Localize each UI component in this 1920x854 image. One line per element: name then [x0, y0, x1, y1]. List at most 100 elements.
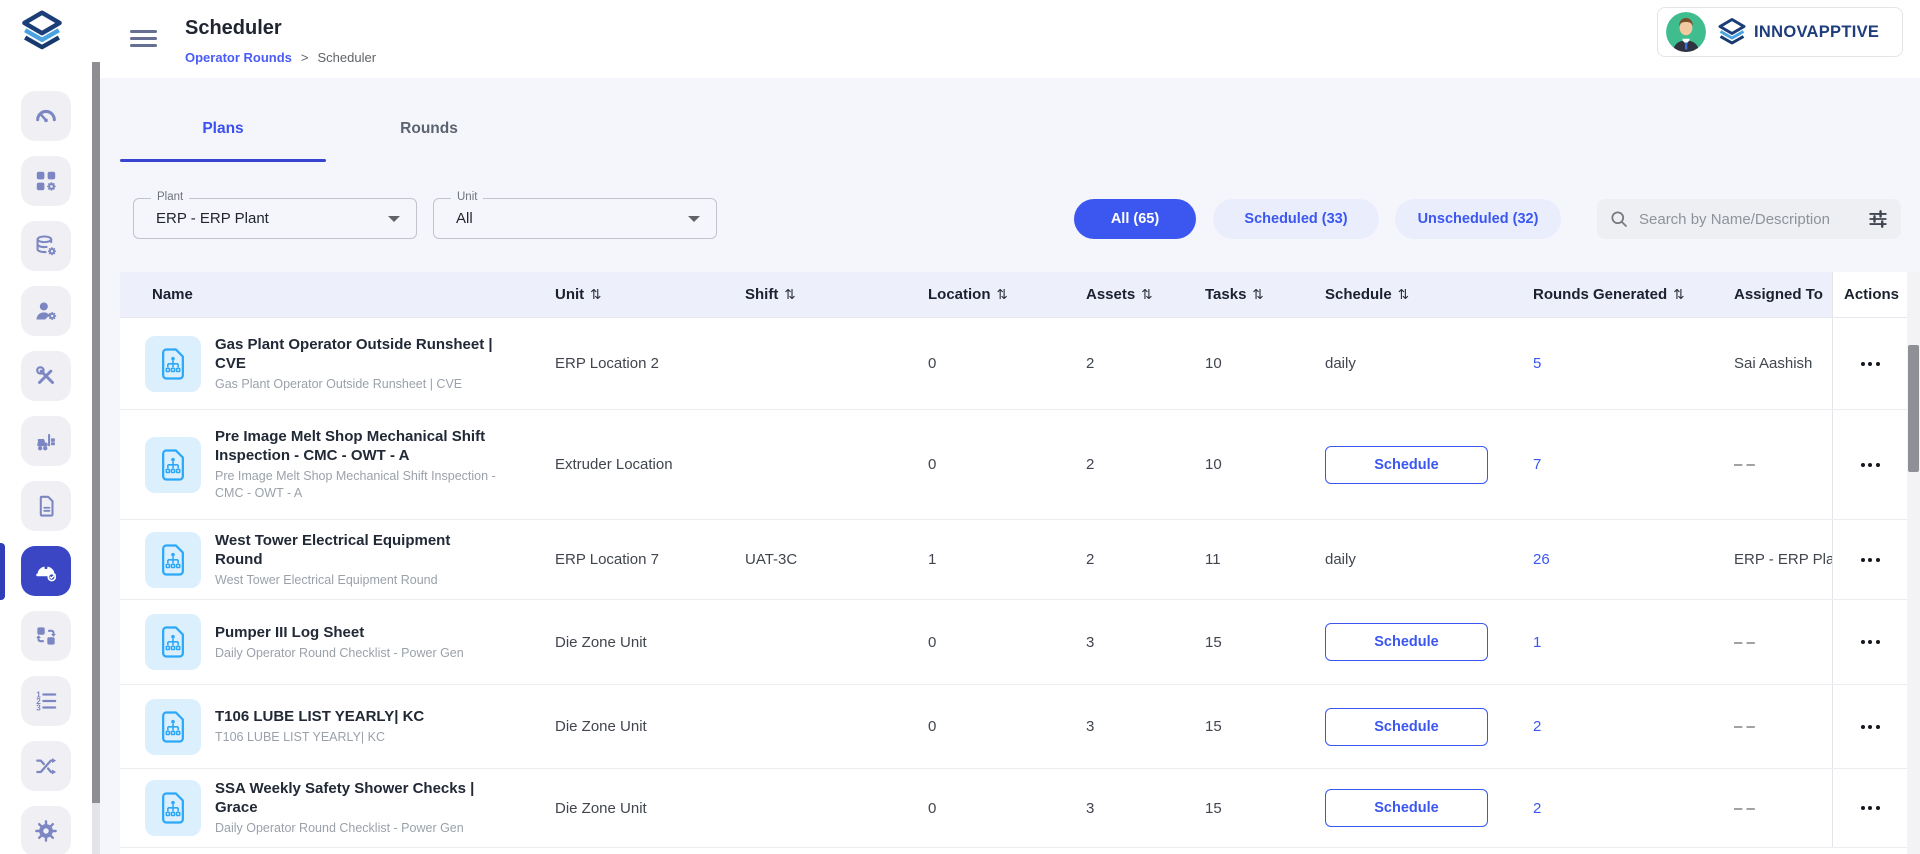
- rounds-generated-link[interactable]: 7: [1533, 456, 1541, 473]
- row-actions-menu-icon[interactable]: [1855, 356, 1886, 372]
- column-header-location[interactable]: Location⇅: [920, 272, 1080, 317]
- tune-filter-icon[interactable]: [1867, 208, 1889, 230]
- sort-icon[interactable]: ⇅: [1398, 287, 1409, 303]
- column-header-assets[interactable]: Assets⇅: [1080, 272, 1200, 317]
- tab-plans[interactable]: Plans: [120, 96, 326, 162]
- schedule-button[interactable]: Schedule: [1325, 789, 1488, 827]
- cell-location: 0: [920, 769, 1080, 847]
- tools-icon: [33, 363, 59, 389]
- app-logo-icon[interactable]: [20, 9, 64, 53]
- schedule-button[interactable]: Schedule: [1325, 446, 1488, 484]
- plant-select[interactable]: Plant ERP - ERP Plant: [133, 198, 417, 239]
- sidebar-item-dashboard[interactable]: [21, 91, 71, 141]
- numbered-list-icon: 123: [33, 688, 59, 714]
- sort-icon[interactable]: ⇅: [590, 287, 601, 303]
- plan-name: SSA Weekly Safety Shower Checks | Grace: [215, 779, 501, 817]
- sort-icon[interactable]: ⇅: [1252, 287, 1263, 303]
- schedule-button[interactable]: Schedule: [1325, 623, 1488, 661]
- unit-select[interactable]: Unit All: [433, 198, 717, 239]
- document-icon: [33, 493, 59, 519]
- table-header-row: Name Unit⇅ Shift⇅ Location⇅ Assets⇅ Task…: [120, 272, 1907, 318]
- plan-file-icon: [145, 699, 201, 755]
- cell-assets: 3: [1080, 600, 1200, 684]
- sidebar-item-documents[interactable]: [21, 481, 71, 531]
- cell-schedule: daily: [1320, 520, 1525, 599]
- row-actions-menu-icon[interactable]: [1855, 552, 1886, 568]
- sort-icon[interactable]: ⇅: [784, 287, 795, 303]
- cell-location: 0: [920, 318, 1080, 409]
- swap-boxes-icon: [33, 623, 59, 649]
- cell-assigned-to: – –: [1730, 410, 1832, 519]
- sidebar-item-master-data[interactable]: [21, 221, 71, 271]
- schedule-button[interactable]: Schedule: [1325, 708, 1488, 746]
- menu-icon[interactable]: [130, 30, 157, 47]
- cell-tasks: 10: [1200, 318, 1320, 409]
- search-input[interactable]: [1639, 211, 1858, 228]
- cell-unit: Die Zone Unit: [545, 600, 740, 684]
- cell-shift: [740, 769, 920, 847]
- plan-file-icon: [145, 437, 201, 493]
- cell-location: 1: [920, 520, 1080, 599]
- plan-description: Gas Plant Operator Outside Runsheet | CV…: [215, 376, 501, 393]
- column-header-rounds-generated[interactable]: Rounds Generated⇅: [1525, 272, 1730, 317]
- page-title: Scheduler: [185, 17, 282, 40]
- cell-unit: Die Zone Unit: [545, 685, 740, 768]
- rounds-generated-link[interactable]: 2: [1533, 718, 1541, 735]
- user-avatar[interactable]: [1666, 12, 1706, 52]
- cell-tasks: 10: [1200, 410, 1320, 519]
- sidebar-item-tools[interactable]: [21, 351, 71, 401]
- sidebar-item-forklift[interactable]: [21, 416, 71, 466]
- row-actions-menu-icon[interactable]: [1855, 634, 1886, 650]
- breadcrumb-separator: >: [301, 50, 309, 65]
- sidebar-item-operator-rounds[interactable]: [21, 546, 71, 596]
- sidebar-item-settings[interactable]: [21, 806, 71, 854]
- column-header-actions: Actions: [1832, 272, 1907, 317]
- sort-icon[interactable]: ⇅: [997, 287, 1008, 303]
- window-scrollbar-thumb[interactable]: [1908, 345, 1919, 472]
- sidebar-item-swap[interactable]: [21, 611, 71, 661]
- row-actions-menu-icon[interactable]: [1855, 719, 1886, 735]
- sidebar-item-numbered-list[interactable]: 123: [21, 676, 71, 726]
- rounds-generated-link[interactable]: 5: [1533, 355, 1541, 372]
- gauge-icon: [33, 103, 59, 129]
- plan-description: Daily Operator Round Checklist - Power G…: [215, 820, 501, 837]
- table-row: SSA Weekly Safety Shower Checks | Grace …: [120, 769, 1907, 848]
- sort-icon[interactable]: ⇅: [1141, 287, 1152, 303]
- avatar-illustration: [1666, 12, 1706, 52]
- plan-name: T106 LUBE LIST YEARLY| KC: [215, 707, 501, 726]
- plan-name: Pre Image Melt Shop Mechanical Shift Ins…: [215, 427, 501, 465]
- sidebar-scrollbar-thumb[interactable]: [92, 62, 100, 803]
- plan-description: Daily Operator Round Checklist - Power G…: [215, 645, 501, 662]
- row-actions-menu-icon[interactable]: [1855, 457, 1886, 473]
- sort-icon[interactable]: ⇅: [1673, 287, 1684, 303]
- shuffle-icon: [33, 753, 59, 779]
- row-actions-menu-icon[interactable]: [1855, 800, 1886, 816]
- cell-assets: 2: [1080, 318, 1200, 409]
- column-header-unit[interactable]: Unit⇅: [545, 272, 740, 317]
- profile-card[interactable]: INNOVAPPTIVE: [1657, 7, 1903, 57]
- breadcrumb-operator-rounds[interactable]: Operator Rounds: [185, 50, 292, 65]
- rounds-generated-link[interactable]: 2: [1533, 800, 1541, 817]
- sidebar-item-apps-settings[interactable]: [21, 156, 71, 206]
- filter-chip-unscheduled[interactable]: Unscheduled (32): [1395, 199, 1561, 239]
- tab-rounds[interactable]: Rounds: [326, 96, 532, 162]
- cell-tasks: 15: [1200, 600, 1320, 684]
- filter-chip-all[interactable]: All (65): [1074, 199, 1196, 239]
- search-box: [1597, 199, 1901, 239]
- sidebar-item-user-management[interactable]: [21, 286, 71, 336]
- cell-assigned-to: ERP - ERP Pla: [1730, 520, 1832, 599]
- active-nav-indicator: [0, 543, 5, 600]
- sidebar-item-routing[interactable]: [21, 741, 71, 791]
- column-header-shift[interactable]: Shift⇅: [740, 272, 920, 317]
- rounds-generated-link[interactable]: 1: [1533, 634, 1541, 651]
- filter-chip-scheduled[interactable]: Scheduled (33): [1213, 199, 1379, 239]
- brand: INNOVAPPTIVE: [1717, 17, 1879, 47]
- forklift-icon: [33, 428, 59, 454]
- cell-assigned-to: – –: [1730, 685, 1832, 768]
- plan-file-icon: [145, 532, 201, 588]
- database-gear-icon: [33, 233, 59, 259]
- column-header-tasks[interactable]: Tasks⇅: [1200, 272, 1320, 317]
- column-header-schedule[interactable]: Schedule⇅: [1320, 272, 1525, 317]
- cell-assets: 2: [1080, 520, 1200, 599]
- rounds-generated-link[interactable]: 26: [1533, 551, 1550, 568]
